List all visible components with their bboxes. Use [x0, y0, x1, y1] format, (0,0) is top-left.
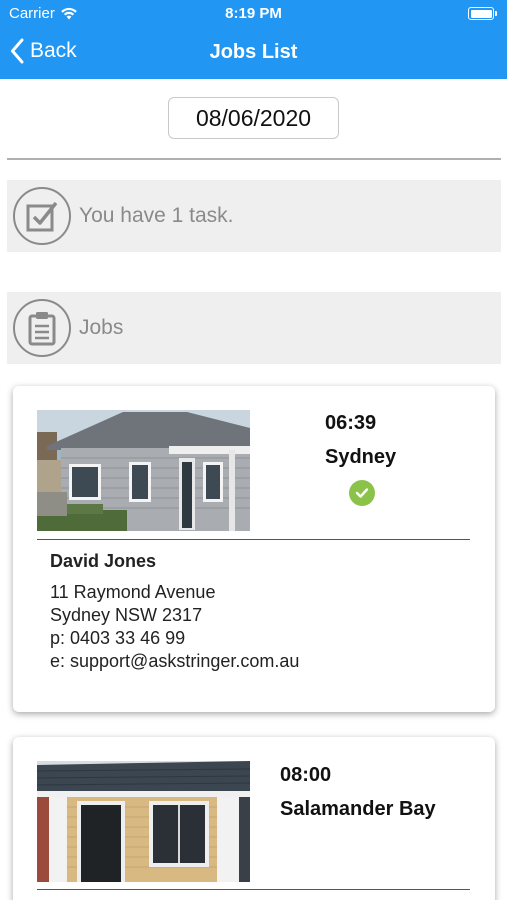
status-time: 8:19 PM [225, 5, 282, 22]
back-label: Back [30, 39, 77, 62]
chevron-left-icon [11, 38, 24, 64]
job-photo [37, 761, 250, 882]
phone-number: p: 0403 33 46 99 [50, 628, 186, 648]
job-time: 06:39 [325, 412, 377, 434]
status-bar: Carrier 8:19 PM [0, 0, 507, 28]
battery-icon [468, 7, 497, 20]
address-line-1: 11 Raymond Avenue [50, 582, 216, 602]
checkbox-icon [13, 187, 71, 245]
app-header: Carrier 8:19 PM Back Jobs List [0, 0, 507, 79]
task-summary-label: You have 1 task. [79, 204, 234, 227]
card-divider [37, 889, 470, 890]
back-button[interactable]: Back [10, 38, 77, 64]
check-circle-icon [349, 480, 375, 506]
contact-name: David Jones [50, 551, 157, 571]
address-line-2: Sydney NSW 2317 [50, 605, 203, 625]
job-card[interactable]: 06:39 Sydney David Jones 11 Raymond Aven… [13, 386, 495, 712]
job-location: Sydney [325, 446, 397, 468]
date-field[interactable]: 08/06/2020 [168, 97, 339, 139]
jobs-header-label: Jobs [79, 316, 124, 339]
card-divider [37, 539, 470, 540]
job-card[interactable]: 08:00 Salamander Bay [13, 737, 495, 900]
job-time: 08:00 [280, 764, 332, 786]
task-summary-row: You have 1 task. [7, 180, 501, 252]
job-location: Salamander Bay [280, 798, 436, 820]
job-photo [37, 410, 250, 531]
nav-bar: Back Jobs List [0, 30, 507, 76]
jobs-header-row: Jobs [7, 292, 501, 364]
email-address: e: support@askstringer.com.au [50, 651, 300, 671]
divider [7, 158, 501, 160]
clipboard-icon [13, 299, 71, 357]
